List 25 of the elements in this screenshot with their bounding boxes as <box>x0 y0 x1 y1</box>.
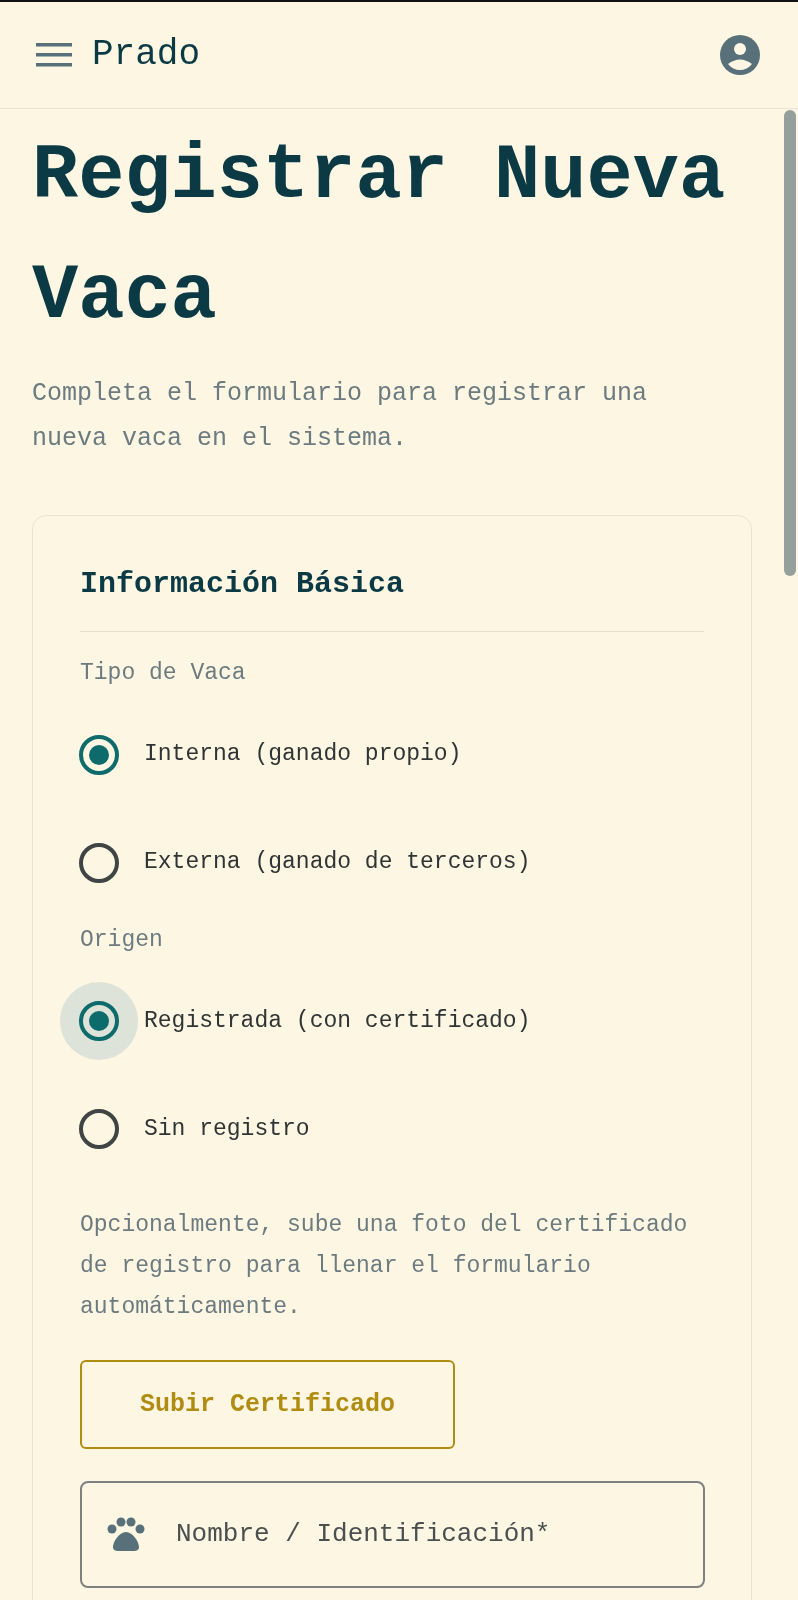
paw-icon <box>106 1516 146 1553</box>
page-subtitle: Completa el formulario para registrar una nueva vaca en el sistema. <box>32 378 649 455</box>
app-title: Prado <box>92 33 201 77</box>
radio-option[interactable]: Sin registro <box>60 1075 704 1183</box>
radio-option[interactable]: Interna (ganado propio) <box>60 700 704 809</box>
menu-icon[interactable] <box>36 42 72 68</box>
account-icon[interactable] <box>720 35 760 75</box>
page-title: Registrar Nueva Vaca <box>32 132 727 342</box>
group-label: Origen <box>80 925 164 955</box>
radio-option[interactable]: Registrada (con certificado) <box>60 967 704 1075</box>
name-field[interactable]: Nombre / Identificación* <box>80 1481 705 1588</box>
hint-text: Opcionalmente, sube una foto del certificado de registro para llenar el formulario automáticamente. <box>80 1211 689 1322</box>
radio-label: Interna (ganado propio) <box>144 740 462 770</box>
radio-label: Externa (ganado de terceros) <box>144 848 531 878</box>
name-input[interactable]: Nombre / Identificación* <box>176 1515 679 1554</box>
scrollbar-thumb[interactable] <box>784 110 796 576</box>
group-label: Tipo de Vaca <box>80 659 247 688</box>
section-heading: Información Básica <box>80 566 406 603</box>
radio-label: Sin registro <box>144 1114 310 1144</box>
radio-button[interactable] <box>79 842 119 883</box>
radio-button[interactable] <box>79 1001 119 1041</box>
radio-label: Registrada (con certificado) <box>144 1006 531 1036</box>
radio-button[interactable] <box>79 1109 119 1149</box>
radio-option[interactable]: Externa (ganado de terceros) <box>60 808 704 917</box>
radio-button[interactable] <box>79 734 119 775</box>
